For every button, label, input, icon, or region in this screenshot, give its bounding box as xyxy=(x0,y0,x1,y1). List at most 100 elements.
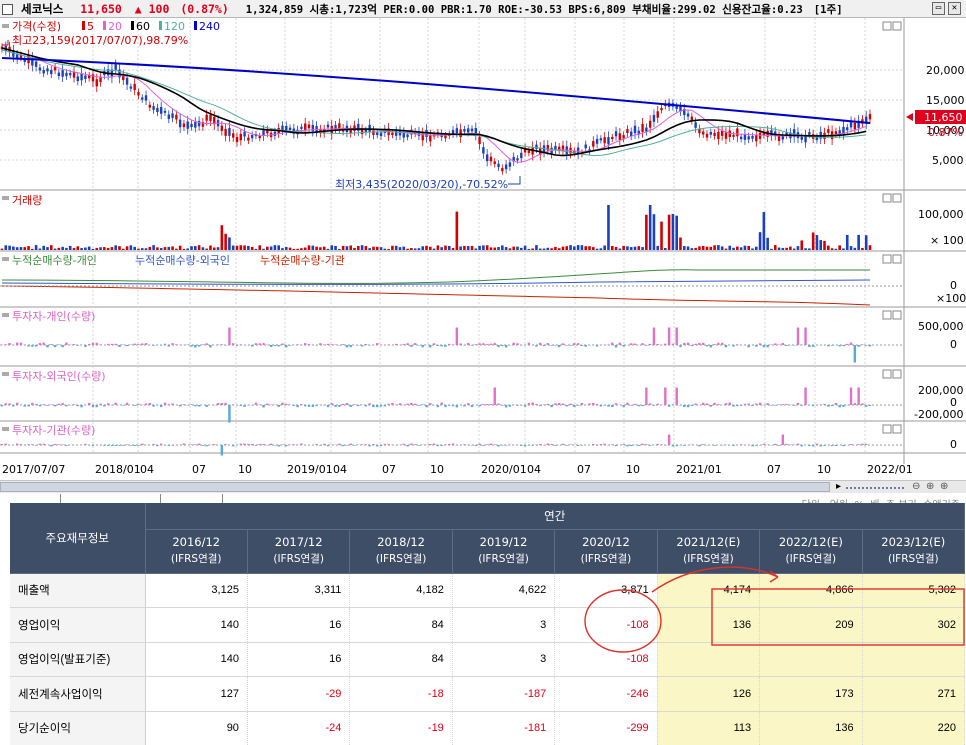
candle xyxy=(197,121,201,127)
investor-bar xyxy=(201,445,205,446)
investor-bar xyxy=(106,343,110,345)
volume-bar xyxy=(212,247,216,250)
candle xyxy=(758,132,762,139)
close-icon[interactable]: ✕ xyxy=(948,2,961,15)
zoom-reset-icon[interactable]: ⊕ xyxy=(940,481,948,493)
investor-bar xyxy=(467,342,470,345)
investor-bar xyxy=(633,343,637,345)
panel-close-icon[interactable] xyxy=(892,369,902,379)
volume-bar xyxy=(561,246,565,250)
investor-bar xyxy=(838,345,841,347)
candle xyxy=(705,133,709,138)
investor-bar xyxy=(539,444,542,445)
panel-close-icon[interactable] xyxy=(892,310,902,320)
investor-bar xyxy=(345,403,349,405)
investor-bar xyxy=(152,405,155,407)
investor-bar xyxy=(413,343,417,345)
candle xyxy=(489,156,493,162)
investor-bar xyxy=(368,403,371,405)
volume-bar xyxy=(72,248,76,250)
panel-restore-icon[interactable] xyxy=(882,193,892,203)
period-label[interactable]: [1주] xyxy=(814,1,843,17)
investor-bar xyxy=(440,445,443,446)
investor-bar xyxy=(474,344,477,345)
investor-bar xyxy=(792,345,796,346)
investor-bar xyxy=(865,405,868,407)
investor-bar xyxy=(239,344,242,345)
panel-close-icon[interactable] xyxy=(892,193,902,203)
investor-bar xyxy=(61,345,64,348)
investor-bar xyxy=(444,444,447,445)
investor-bar xyxy=(448,405,451,406)
panel-restore-icon[interactable] xyxy=(882,254,892,264)
scrollbar-thumb[interactable] xyxy=(0,482,830,492)
volume-bar xyxy=(554,246,557,250)
investor-bar xyxy=(667,434,671,445)
volume-bar xyxy=(682,246,686,250)
candle xyxy=(34,61,38,67)
cum-axis-unit: ×100 xyxy=(936,292,966,305)
zoom-slider[interactable] xyxy=(846,481,904,489)
investor-bar xyxy=(546,443,550,445)
zoom-out-icon[interactable]: ⊖ xyxy=(912,481,920,493)
investor-bar xyxy=(667,405,671,407)
investor-bar xyxy=(857,444,860,445)
investor-bar xyxy=(182,443,186,445)
investor-bar xyxy=(599,444,603,445)
investor-bar xyxy=(702,444,705,445)
investor-bar xyxy=(364,444,368,445)
stock-chart[interactable]: 가격(수정) 5 20 60 120 240 최고23,159(2017/07/07),… xyxy=(0,18,966,480)
panel-restore-icon[interactable] xyxy=(882,369,892,379)
candle xyxy=(709,131,713,135)
candle xyxy=(497,163,500,168)
investor-bar xyxy=(497,445,500,447)
volume-bar xyxy=(436,245,440,250)
investor-bar xyxy=(819,404,822,405)
panel-restore-icon[interactable] xyxy=(882,21,892,31)
investor-bar xyxy=(827,345,830,347)
column-header: 2018/12 (IFRS연결) xyxy=(349,529,453,574)
investor-bar xyxy=(671,445,675,447)
investor-bar xyxy=(383,405,387,407)
investor-bar xyxy=(686,405,690,408)
investor-bar xyxy=(546,403,550,405)
investor-bar xyxy=(868,405,872,407)
investor-bar xyxy=(4,443,7,445)
volume-bar xyxy=(4,245,8,250)
investor-bar xyxy=(31,345,34,347)
volume-bar xyxy=(266,246,269,250)
investor-bar xyxy=(167,404,170,405)
investor-bar xyxy=(830,445,834,447)
investor-bar xyxy=(603,405,606,406)
candle xyxy=(827,129,830,133)
zoom-in-icon[interactable]: ⊕ xyxy=(926,481,934,493)
candle xyxy=(455,128,459,134)
x-axis-label: 04 xyxy=(333,463,347,476)
panel-restore-icon[interactable] xyxy=(882,310,892,320)
investor-bar xyxy=(618,342,622,345)
volume-bar xyxy=(61,246,64,250)
investor-bar xyxy=(156,405,159,406)
investor-bar xyxy=(406,343,409,345)
investor-bar xyxy=(463,405,466,407)
investor-bar xyxy=(197,443,201,445)
panel-close-icon[interactable] xyxy=(892,21,902,31)
panel-close-icon[interactable] xyxy=(892,254,902,264)
investor-bar xyxy=(34,345,38,347)
investor-bar xyxy=(269,443,273,445)
investor-bar xyxy=(42,443,45,445)
restore-window-icon[interactable]: ▭ xyxy=(932,2,945,15)
volume-bar xyxy=(588,246,591,250)
investor-bar xyxy=(118,445,121,446)
investor-bar xyxy=(243,405,246,407)
investor-bar xyxy=(0,443,4,445)
panel-restore-icon[interactable] xyxy=(882,424,892,434)
chart-scrollbar[interactable]: ▸ ⊖ ⊕ ⊕ xyxy=(0,480,966,493)
volume-bar xyxy=(603,245,606,250)
panel-checkbox[interactable] xyxy=(2,4,13,15)
panel-close-icon[interactable] xyxy=(892,424,902,434)
scroll-right-icon[interactable]: ▸ xyxy=(836,481,841,493)
column-basis: (IFRS연결) xyxy=(683,553,734,565)
investor-bar xyxy=(285,403,288,405)
investor-bar xyxy=(595,445,599,446)
